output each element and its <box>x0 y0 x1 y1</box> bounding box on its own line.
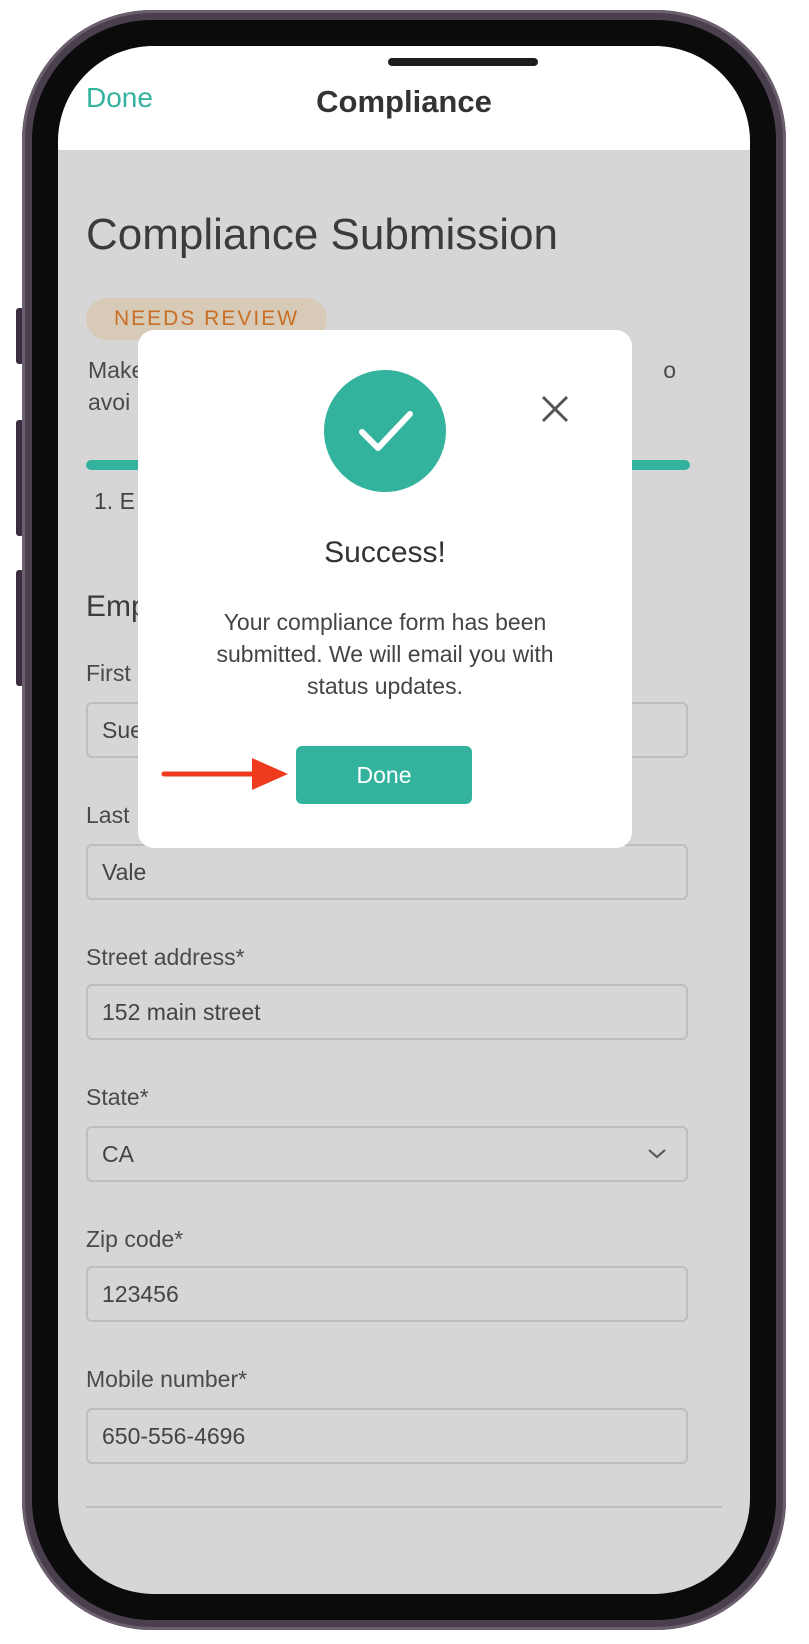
street-address-field[interactable]: 152 main street <box>86 984 688 1040</box>
mobile-number-label: Mobile number* <box>86 1366 248 1392</box>
page-title: Compliance Submission <box>86 210 558 259</box>
speaker-grille <box>388 58 538 66</box>
success-badge <box>324 370 446 492</box>
divider <box>86 1506 722 1508</box>
state-label: State* <box>86 1084 149 1110</box>
phone-screen: Done Compliance Compliance Submission NE… <box>58 46 750 1594</box>
chevron-down-icon <box>648 1149 666 1159</box>
street-address-label: Street address* <box>86 944 245 970</box>
mobile-number-field[interactable]: 650-556-4696 <box>86 1408 688 1464</box>
step-label: 1. E <box>94 488 135 514</box>
zip-code-label: Zip code* <box>86 1226 184 1252</box>
dialog-title: Success! <box>324 536 446 569</box>
nav-title: Compliance <box>316 84 492 119</box>
first-name-label: First <box>86 660 131 686</box>
last-name-label: Last <box>86 802 130 828</box>
dialog-message: Your compliance form has been submitted.… <box>216 609 554 699</box>
check-icon <box>359 411 413 451</box>
state-select[interactable]: CA <box>86 1126 688 1182</box>
arrow-right-icon <box>161 758 288 790</box>
last-name-field[interactable]: Vale <box>86 844 688 900</box>
intro-line1-end: o <box>663 357 676 383</box>
navigation-bar: Done Compliance <box>58 46 750 150</box>
close-icon[interactable] <box>538 392 572 426</box>
state-select-value: CA <box>102 1141 134 1167</box>
intro-line1: Make <box>88 357 145 383</box>
dialog-done-button[interactable]: Done <box>296 746 472 804</box>
zip-code-field[interactable]: 123456 <box>86 1266 688 1322</box>
